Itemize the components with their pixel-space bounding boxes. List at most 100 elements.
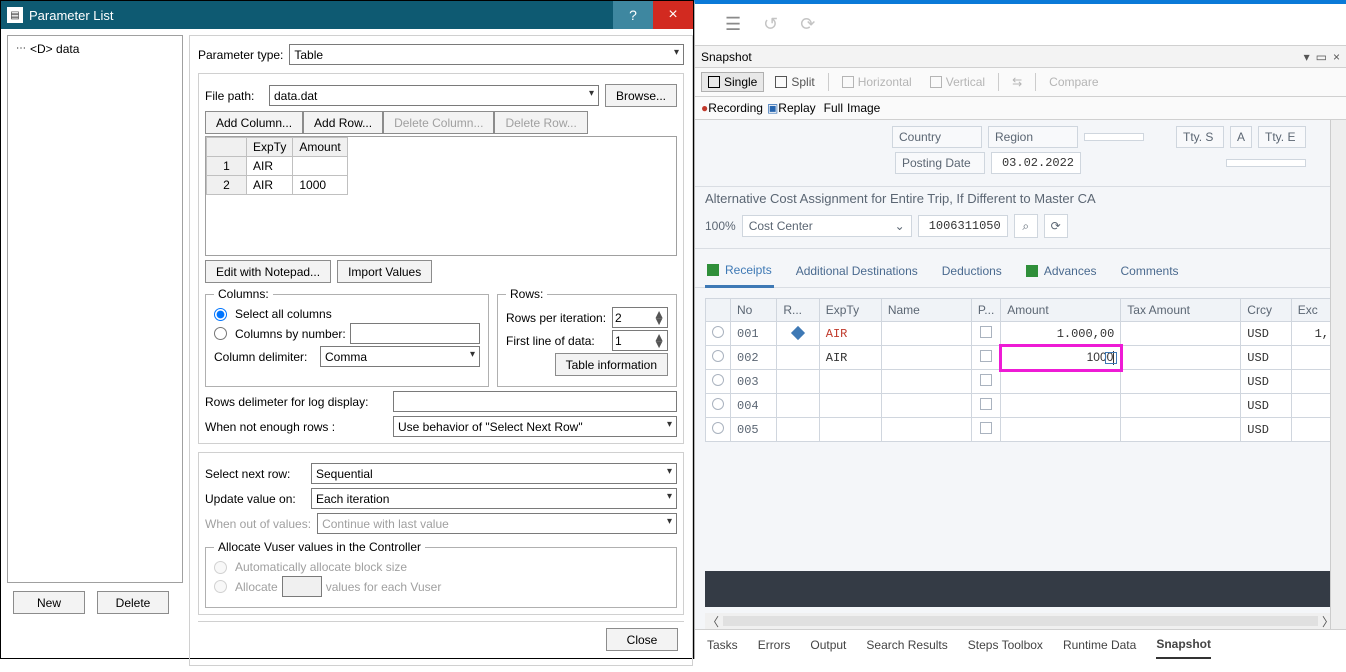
snapshot-panel: ☰ ↺ ⟳ Snapshot ▾ ▭ × Single Split Horizo…	[694, 0, 1346, 659]
out-of-values-combo: Continue with last value	[317, 513, 677, 534]
posting-date-input[interactable]: 03.02.2022	[991, 152, 1081, 174]
mode-toolbar: ●Recording ▣Replay Full Image	[695, 97, 1346, 120]
close-icon[interactable]: ×	[1333, 50, 1340, 64]
tab-search-results[interactable]: Search Results	[866, 632, 947, 658]
sap-snapshot: Country Region Tty. S A Tty. E Posting D…	[695, 120, 1346, 629]
select-all-columns-radio[interactable]	[214, 308, 227, 321]
tab-output[interactable]: Output	[810, 632, 846, 658]
tab-tasks[interactable]: Tasks	[707, 632, 738, 658]
value-help-icon[interactable]	[1105, 352, 1117, 364]
rows-group: Rows: Rows per iteration:2▲▼ First line …	[497, 287, 677, 387]
full-button[interactable]: Full	[824, 101, 843, 115]
rows-delimiter-label: Rows delimeter for log display:	[205, 395, 387, 409]
file-path-combo[interactable]: data.dat	[269, 85, 599, 106]
param-token-icon: ⋯	[16, 43, 26, 55]
table-row[interactable]: 002 AIR 1000 USD	[706, 346, 1336, 370]
table-row[interactable]: 004 USD	[706, 394, 1336, 418]
refresh-icon[interactable]: ⟳	[1044, 214, 1068, 238]
select-next-row-combo[interactable]: Sequential	[311, 463, 677, 484]
browse-button[interactable]: Browse...	[605, 84, 677, 107]
help-button[interactable]: ?	[613, 1, 653, 29]
delete-button[interactable]: Delete	[97, 591, 169, 614]
history-icon[interactable]: ↺	[763, 14, 778, 35]
update-on-label: Update value on:	[205, 492, 305, 506]
out-of-values-label: When out of values:	[205, 517, 311, 531]
tty-input[interactable]	[1226, 159, 1306, 167]
rows-delimiter-input[interactable]	[393, 391, 677, 412]
tree-item-data[interactable]: ⋯ <D> data	[12, 40, 178, 58]
table-info-button[interactable]: Table information	[555, 353, 668, 376]
columns-number-input[interactable]	[350, 323, 480, 344]
split-view-button[interactable]: Split	[768, 72, 821, 92]
tab-additional-destinations[interactable]: Additional Destinations	[794, 259, 920, 287]
search-help-icon[interactable]: ⌕	[1014, 214, 1038, 238]
data-table[interactable]: ExpTy Amount 1 AIR 2 AIR 1000	[205, 136, 677, 256]
add-row-button[interactable]: Add Row...	[303, 111, 383, 134]
alloc-value-input	[282, 576, 322, 597]
image-button[interactable]: Image	[847, 101, 880, 115]
update-on-combo[interactable]: Each iteration	[311, 488, 677, 509]
new-button[interactable]: New	[13, 591, 85, 614]
parameter-tree[interactable]: ⋯ <D> data	[7, 35, 183, 583]
select-next-row-label: Select next row:	[205, 467, 305, 481]
first-line-spinner[interactable]: 1▲▼	[612, 330, 668, 351]
alloc-auto-radio	[214, 561, 227, 574]
import-values-button[interactable]: Import Values	[337, 260, 432, 283]
tab-runtime-data[interactable]: Runtime Data	[1063, 632, 1136, 658]
tab-steps-toolbox[interactable]: Steps Toolbox	[968, 632, 1043, 658]
columns-group: Columns: Select all columns Columns by n…	[205, 287, 489, 387]
window-close-button[interactable]: ×	[653, 1, 693, 29]
delete-column-button[interactable]: Delete Column...	[383, 111, 494, 134]
tab-errors[interactable]: Errors	[758, 632, 791, 658]
edit-notepad-button[interactable]: Edit with Notepad...	[205, 260, 331, 283]
table-row[interactable]: 003 USD	[706, 370, 1336, 394]
tab-receipts[interactable]: Receipts	[705, 259, 774, 288]
vertical-button: Vertical	[923, 72, 992, 92]
cost-center-dropdown[interactable]: Cost Center⌄	[742, 215, 912, 237]
columns-by-number-radio[interactable]	[214, 327, 227, 340]
a-label: A	[1230, 126, 1252, 148]
tab-comments[interactable]: Comments	[1119, 259, 1181, 287]
tab-deductions[interactable]: Deductions	[940, 259, 1004, 287]
not-enough-label: When not enough rows :	[205, 420, 387, 434]
diamond-icon	[791, 325, 805, 339]
highlighted-amount-cell[interactable]: 1000	[1001, 346, 1121, 370]
table-row[interactable]: 001 AIR 1.000,00 USD 1,	[706, 322, 1336, 346]
not-enough-combo[interactable]: Use behavior of "Select Next Row"	[393, 416, 677, 437]
vertical-scrollbar[interactable]	[1330, 120, 1346, 629]
cost-center-value[interactable]: 1006311050	[918, 215, 1008, 237]
pin-icon[interactable]: ▭	[1316, 50, 1327, 64]
tab-advances[interactable]: Advances	[1024, 259, 1099, 287]
allocate-group: Allocate Vuser values in the Controller …	[205, 540, 677, 608]
view-toolbar: Single Split Horizontal Vertical ⇆ Compa…	[695, 68, 1346, 97]
snapshot-title-bar: Snapshot ▾ ▭ ×	[695, 46, 1346, 68]
bottom-tabs: Tasks Errors Output Search Results Steps…	[695, 629, 1346, 659]
add-column-button[interactable]: Add Column...	[205, 111, 303, 134]
alt-cost-title: Alternative Cost Assignment for Entire T…	[695, 187, 1346, 210]
region-input[interactable]	[1084, 133, 1144, 141]
parameter-properties: Parameter type: Table File path: data.da…	[189, 35, 693, 666]
tab-snapshot[interactable]: Snapshot	[1156, 631, 1211, 659]
horizontal-scrollbar[interactable]: 〈 〉	[705, 613, 1336, 629]
close-button[interactable]: Close	[606, 628, 678, 651]
alloc-manual-radio	[214, 580, 227, 593]
rows-per-iter-spinner[interactable]: 2▲▼	[612, 307, 668, 328]
dropdown-icon[interactable]: ▾	[1304, 50, 1310, 64]
receipts-table[interactable]: No R... ExpTy Name P... Amount Tax Amoun…	[705, 298, 1336, 442]
column-delimiter-combo[interactable]: Comma	[320, 346, 480, 367]
recording-button[interactable]: ●Recording	[701, 101, 763, 115]
scroll-left-icon[interactable]: 〈	[707, 613, 719, 630]
window-title: Parameter List	[29, 8, 613, 23]
delete-row-button[interactable]: Delete Row...	[494, 111, 587, 134]
compare-button: Compare	[1042, 72, 1105, 92]
single-view-button[interactable]: Single	[701, 72, 764, 92]
replay-button[interactable]: ▣Replay	[767, 101, 816, 115]
window-icon: ▤	[7, 7, 23, 23]
file-path-label: File path:	[205, 89, 263, 103]
list-icon[interactable]: ☰	[725, 14, 741, 35]
refresh-icon[interactable]: ⟳	[800, 14, 815, 35]
swap-icon: ⇆	[1005, 72, 1029, 92]
param-type-combo[interactable]: Table	[289, 44, 684, 65]
table-row[interactable]: 005 USD	[706, 418, 1336, 442]
ttys-label: Tty. S	[1176, 126, 1224, 148]
